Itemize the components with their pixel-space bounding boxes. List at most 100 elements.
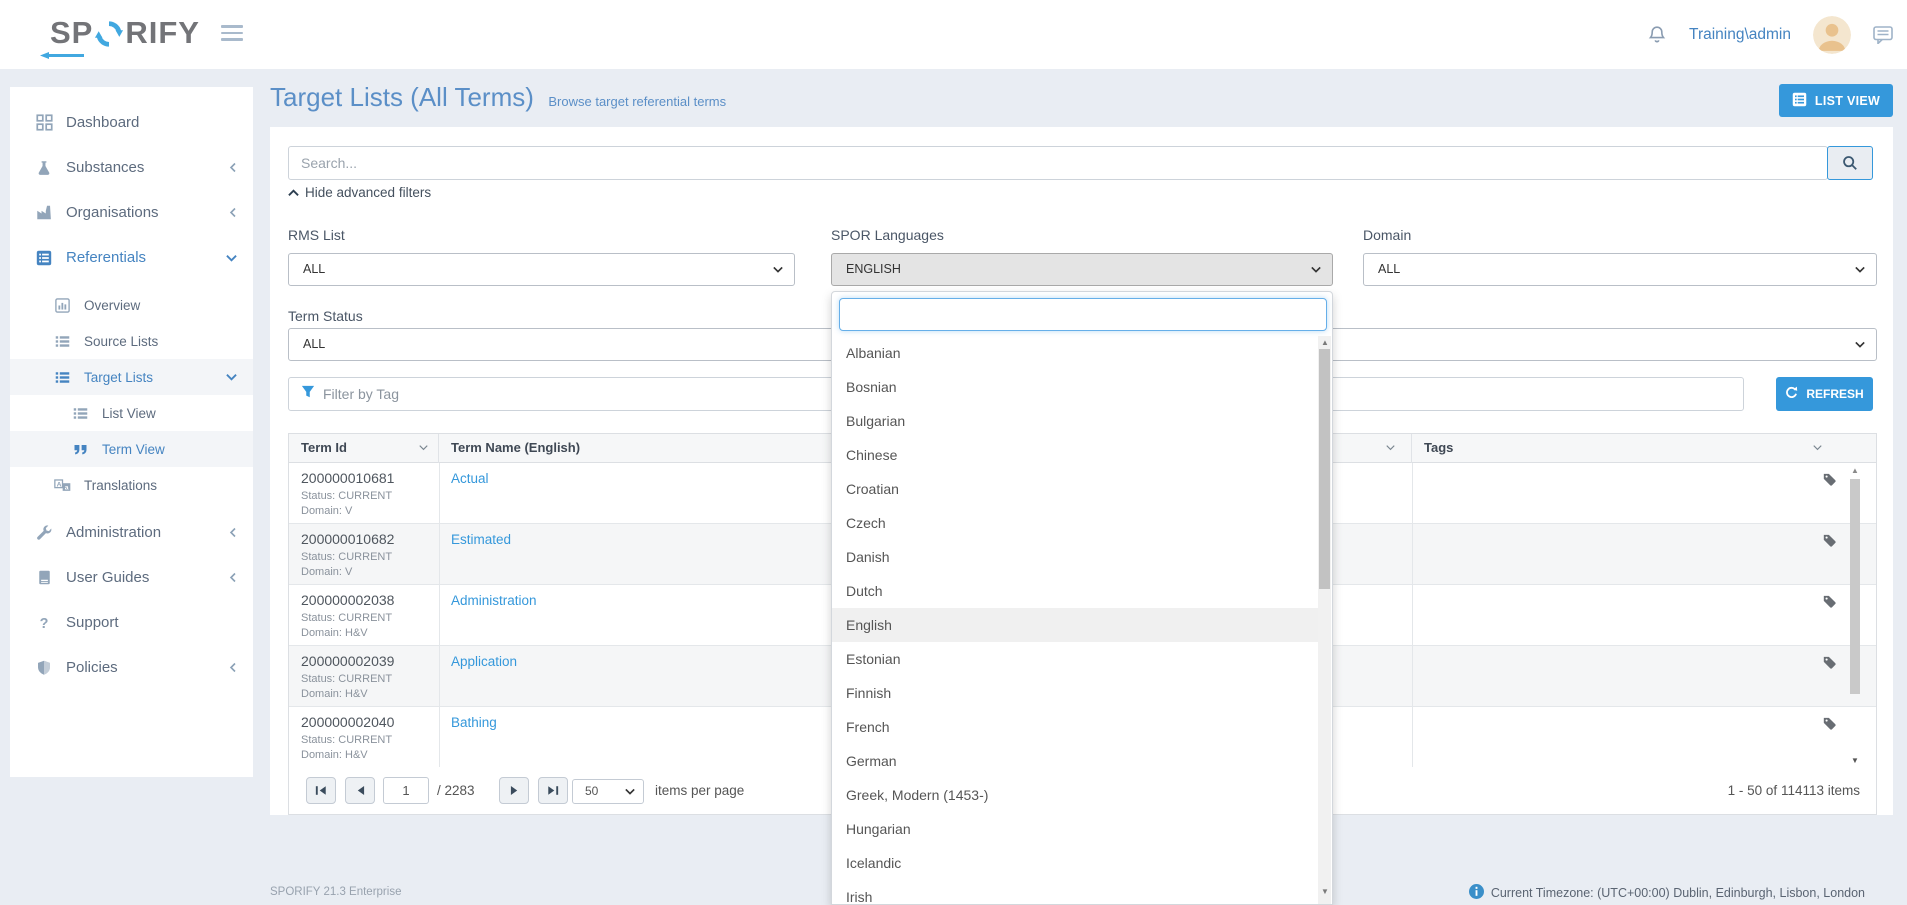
search-input[interactable] [288, 146, 1828, 180]
term-domain: Domain: H&V [301, 688, 368, 700]
language-option-dutch[interactable]: Dutch [832, 574, 1318, 608]
bar-chart-icon [52, 298, 72, 313]
language-option-albanian[interactable]: Albanian [832, 336, 1318, 370]
sidebar-item-translations[interactable]: AaTranslations [10, 467, 253, 503]
page-size-select[interactable]: 50 [572, 779, 644, 804]
language-option-bosnian[interactable]: Bosnian [832, 370, 1318, 404]
language-search-input[interactable] [839, 298, 1327, 331]
page-number-input[interactable] [383, 777, 429, 804]
language-option-croatian[interactable]: Croatian [832, 472, 1318, 506]
book-icon [34, 570, 54, 585]
sidebar-item-label: Administration [66, 524, 161, 541]
app-window: SP RIFY Training\admin Dashboard Substanc… [0, 0, 1907, 905]
question-icon: ? [34, 615, 54, 631]
tag-icon[interactable] [1823, 595, 1836, 613]
language-option-danish[interactable]: Danish [832, 540, 1318, 574]
sidebar-item-support[interactable]: ?Support [10, 600, 253, 645]
term-domain: Domain: H&V [301, 627, 368, 639]
sidebar-item-term-view[interactable]: Term View [10, 431, 253, 467]
sidebar-nav: Dashboard SubstancesOrganisations Referent… [10, 87, 253, 777]
language-option-hungarian[interactable]: Hungarian [832, 812, 1318, 846]
menu-icon[interactable] [221, 25, 243, 45]
page-subtitle: Browse target referential terms [548, 94, 726, 109]
term-status: Status: CURRENT [301, 734, 392, 746]
language-option-czech[interactable]: Czech [832, 506, 1318, 540]
sort-chevron-icon[interactable] [1386, 444, 1395, 451]
language-option-estonian[interactable]: Estonian [832, 642, 1318, 676]
svg-text:a: a [64, 484, 68, 491]
rms-list-select[interactable]: ALL [288, 253, 795, 286]
domain-select[interactable]: ALL [1363, 253, 1877, 286]
language-option-german[interactable]: German [832, 744, 1318, 778]
sidebar-item-policies[interactable]: Policies [10, 645, 253, 690]
sidebar-item-organisations[interactable]: Organisations [10, 190, 253, 235]
tag-icon[interactable] [1823, 717, 1836, 735]
sidebar-item-label: Referentials [66, 249, 146, 266]
term-id: 200000002039 [301, 653, 394, 669]
scroll-down-arrow-icon[interactable]: ▼ [1321, 887, 1329, 896]
language-option-icelandic[interactable]: Icelandic [832, 846, 1318, 880]
search-button[interactable] [1827, 146, 1873, 180]
sidebar-item-administration[interactable]: Administration [10, 510, 253, 555]
info-icon [1469, 884, 1484, 902]
column-header-tags[interactable]: Tags [1412, 434, 1878, 463]
prev-page-button[interactable] [345, 777, 375, 804]
domain-label: Domain [1363, 227, 1411, 243]
refresh-button[interactable]: REFRESH [1776, 377, 1873, 411]
tag-icon[interactable] [1823, 473, 1836, 491]
list-icon [70, 406, 90, 421]
bell-icon[interactable] [1647, 25, 1667, 45]
term-name-link[interactable]: Application [451, 654, 517, 669]
language-option-irish[interactable]: Irish [832, 880, 1318, 905]
term-id: 200000002040 [301, 714, 394, 730]
hide-advanced-filters-toggle[interactable]: Hide advanced filters [288, 185, 431, 200]
tag-icon[interactable] [1823, 656, 1836, 674]
sidebar-item-label: Dashboard [66, 114, 139, 131]
sidebar-item-substances[interactable]: Substances [10, 145, 253, 190]
scroll-down-arrow-icon[interactable]: ▼ [1851, 756, 1859, 765]
user-menu[interactable]: Training\admin [1689, 26, 1791, 44]
avatar[interactable] [1813, 16, 1851, 54]
first-page-button[interactable] [306, 777, 336, 804]
scrollbar-thumb[interactable] [1319, 349, 1330, 589]
sort-chevron-icon[interactable] [419, 444, 428, 451]
chevron-left-icon [229, 207, 237, 218]
sidebar-item-label: Source Lists [84, 334, 158, 349]
term-id: 200000002038 [301, 592, 394, 608]
language-option-french[interactable]: French [832, 710, 1318, 744]
language-option-finnish[interactable]: Finnish [832, 676, 1318, 710]
brand-swoosh-icon [38, 47, 84, 65]
sidebar-item-label: Target Lists [84, 370, 153, 385]
sidebar-item-list-view[interactable]: List View [10, 395, 253, 431]
sidebar-item-label: Translations [84, 478, 157, 493]
sidebar-item-dashboard[interactable]: Dashboard [10, 100, 253, 145]
term-name-link[interactable]: Actual [451, 471, 489, 486]
sidebar-item-referentials[interactable]: Referentials [10, 235, 253, 280]
term-name-link[interactable]: Administration [451, 593, 537, 608]
term-name-link[interactable]: Bathing [451, 715, 497, 730]
language-option-chinese[interactable]: Chinese [832, 438, 1318, 472]
list-view-button[interactable]: LIST VIEW [1779, 84, 1893, 117]
spor-languages-select[interactable]: ENGLISH [831, 253, 1333, 286]
last-page-button[interactable] [538, 777, 568, 804]
dropdown-scrollbar[interactable]: ▲ ▼ [1318, 336, 1331, 904]
column-header-term-id[interactable]: Term Id [289, 434, 439, 463]
sort-chevron-icon[interactable] [1813, 444, 1822, 451]
scrollbar-thumb[interactable] [1850, 479, 1860, 694]
sidebar-item-target-lists[interactable]: Target Lists [10, 359, 253, 395]
term-name-link[interactable]: Estimated [451, 532, 511, 547]
sidebar-item-source-lists[interactable]: Source Lists [10, 323, 253, 359]
language-option-greek-modern-1453[interactable]: Greek, Modern (1453-) [832, 778, 1318, 812]
brand-logo[interactable]: SP RIFY [50, 14, 200, 52]
language-option-bulgarian[interactable]: Bulgarian [832, 404, 1318, 438]
scroll-up-arrow-icon[interactable]: ▲ [1321, 338, 1329, 347]
table-scrollbar[interactable]: ▲ ▼ [1849, 466, 1861, 765]
sidebar-item-overview[interactable]: Overview [10, 287, 253, 323]
tag-icon[interactable] [1823, 534, 1836, 552]
next-page-button[interactable] [499, 777, 529, 804]
chevron-up-icon [288, 185, 299, 200]
chat-icon[interactable] [1873, 26, 1893, 44]
scroll-up-arrow-icon[interactable]: ▲ [1851, 466, 1859, 475]
sidebar-item-user-guides[interactable]: User Guides [10, 555, 253, 600]
language-option-english[interactable]: English [832, 608, 1318, 642]
